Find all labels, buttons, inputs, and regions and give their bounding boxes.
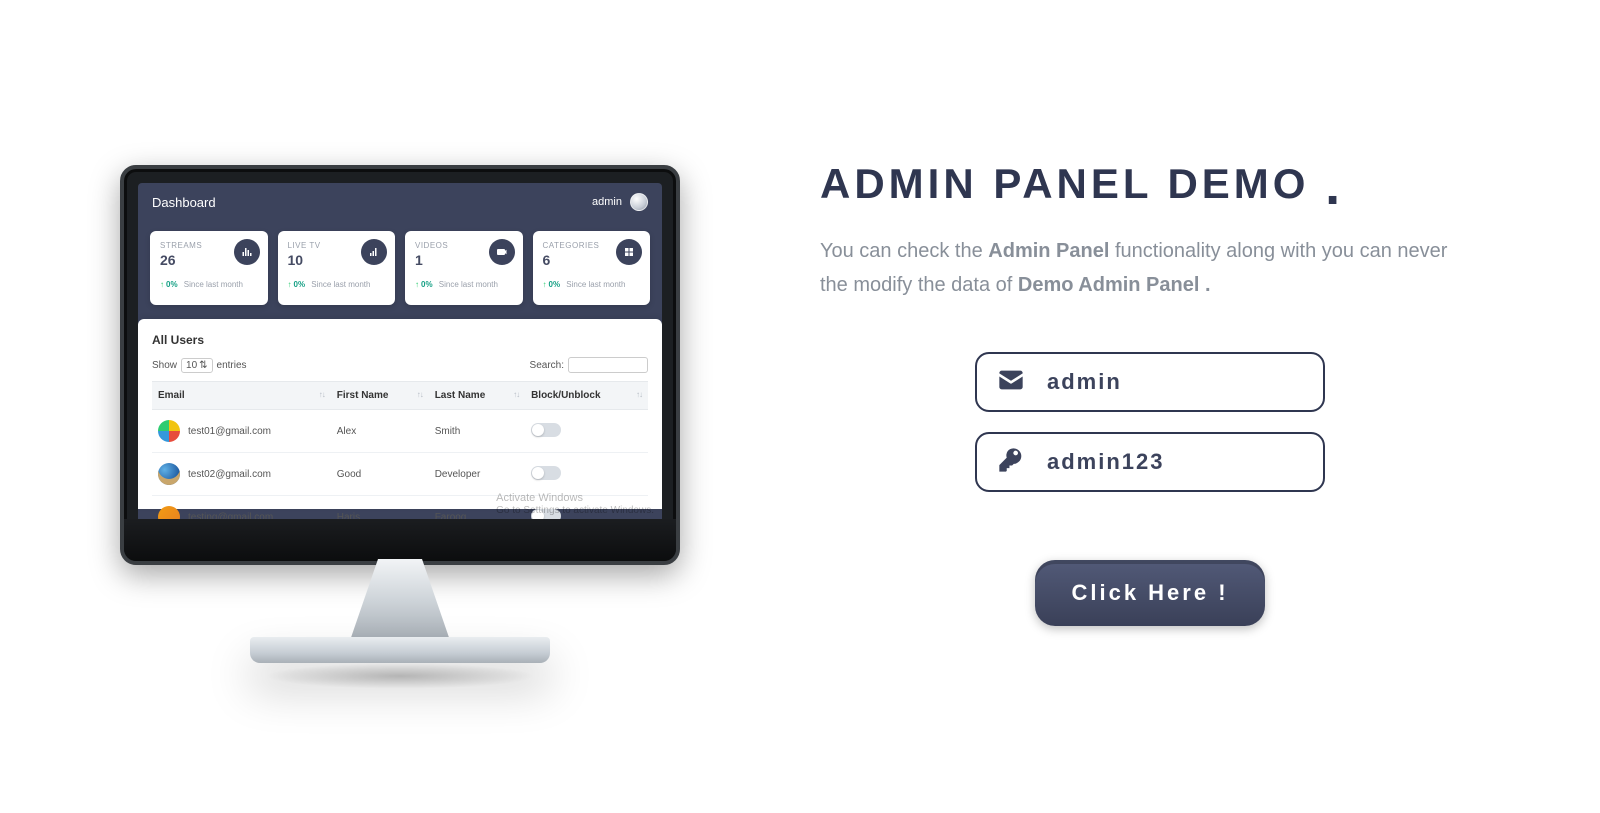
cell-email: test02@gmail.com — [188, 469, 271, 480]
page-size-select[interactable]: 10⇅ — [181, 358, 213, 373]
dashboard-screen: Dashboard admin STREAMS 26 ↑0 — [138, 183, 662, 523]
promo-description: You can check the Admin Panel functional… — [820, 234, 1480, 302]
search-label: Search: — [530, 360, 564, 371]
stat-change: 0% — [549, 280, 561, 289]
col-first[interactable]: First Name↑↓ — [331, 382, 429, 410]
col-last[interactable]: Last Name↑↓ — [429, 382, 525, 410]
cell-first: Alex — [331, 410, 429, 453]
envelope-icon — [997, 366, 1025, 399]
video-icon — [489, 239, 515, 265]
table-row: test01@gmail.com Alex Smith — [152, 410, 648, 453]
users-panel: All Users Show 10⇅ entries Search: — [138, 319, 662, 509]
users-title: All Users — [152, 329, 648, 357]
cell-first: Good — [331, 453, 429, 496]
table-row: test02@gmail.com Good Developer — [152, 453, 648, 496]
page-title: Dashboard — [152, 195, 216, 210]
signal-icon — [361, 239, 387, 265]
chevron-updown-icon: ⇅ — [199, 360, 207, 371]
cell-email: test01@gmail.com — [188, 426, 271, 437]
stat-card-categories[interactable]: CATEGORIES 6 ↑0% Since last month — [533, 231, 651, 305]
username-display: admin — [975, 352, 1325, 412]
avatar — [158, 420, 180, 442]
key-icon — [997, 446, 1025, 479]
click-here-button[interactable]: Click Here ! — [1035, 560, 1265, 626]
grid-icon — [616, 239, 642, 265]
sort-icon: ↑↓ — [513, 390, 519, 399]
windows-watermark: Activate Windows Go to Settings to activ… — [496, 492, 654, 517]
stat-card-videos[interactable]: VIDEOS 1 ↑0% Since last month — [405, 231, 523, 305]
block-toggle[interactable] — [531, 423, 561, 437]
stat-since: Since last month — [311, 280, 370, 289]
password-value: admin123 — [1047, 449, 1165, 475]
dashboard-topbar: Dashboard admin — [138, 183, 662, 221]
promo-heading: ADMIN PANEL DEMO . — [820, 160, 1480, 208]
search-input[interactable] — [568, 357, 648, 373]
cell-last: Smith — [429, 410, 525, 453]
stat-since: Since last month — [566, 280, 625, 289]
sort-icon: ↑↓ — [417, 390, 423, 399]
show-label: Show — [152, 360, 177, 371]
stat-change: 0% — [294, 280, 306, 289]
bar-chart-icon — [234, 239, 260, 265]
cell-last: Developer — [429, 453, 525, 496]
stat-change: 0% — [421, 280, 433, 289]
stat-since: Since last month — [439, 280, 498, 289]
avatar[interactable] — [630, 193, 648, 211]
entries-label: entries — [217, 360, 247, 371]
stat-since: Since last month — [184, 280, 243, 289]
block-toggle[interactable] — [531, 466, 561, 480]
avatar — [158, 463, 180, 485]
stat-card-livetv[interactable]: LIVE TV 10 ↑0% Since last month — [278, 231, 396, 305]
sort-icon: ↑↓ — [636, 390, 642, 399]
sort-icon: ↑↓ — [319, 390, 325, 399]
stat-change: 0% — [166, 280, 178, 289]
stat-card-streams[interactable]: STREAMS 26 ↑0% Since last month — [150, 231, 268, 305]
col-block[interactable]: Block/Unblock↑↓ — [525, 382, 648, 410]
account-name[interactable]: admin — [592, 196, 622, 208]
password-display: admin123 — [975, 432, 1325, 492]
username-value: admin — [1047, 369, 1122, 395]
monitor-mock: Dashboard admin STREAMS 26 ↑0 — [120, 165, 680, 663]
col-email[interactable]: Email↑↓ — [152, 382, 331, 410]
